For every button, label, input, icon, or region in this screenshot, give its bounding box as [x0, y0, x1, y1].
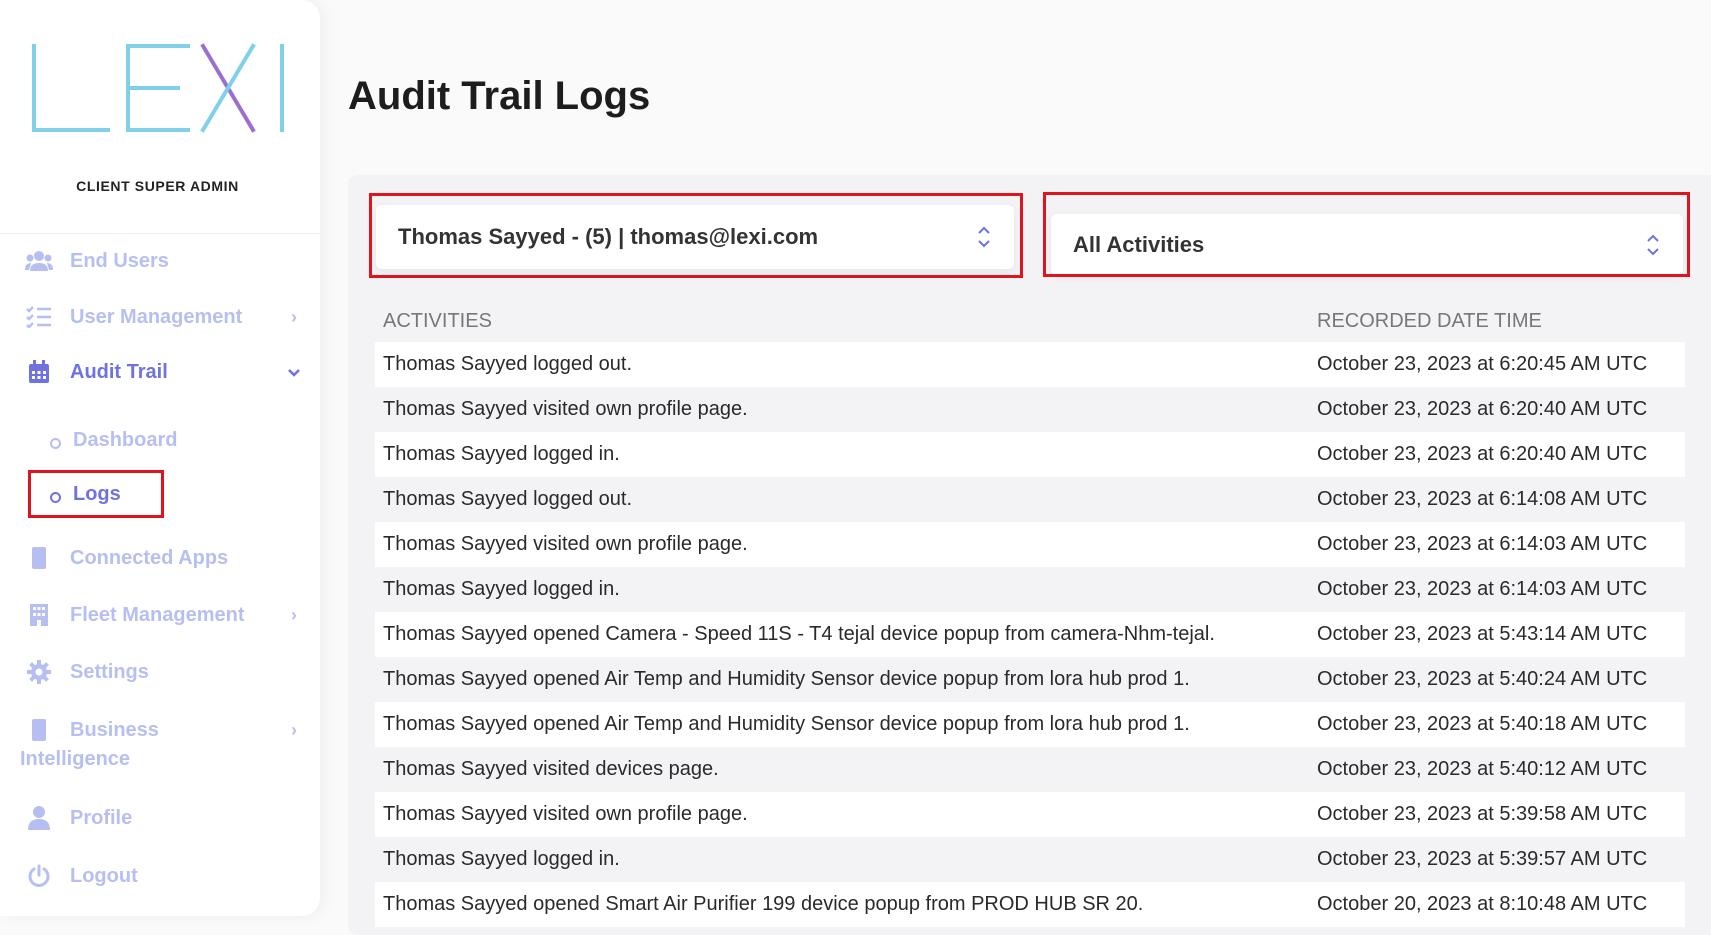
sidebar-item-end-users[interactable]: End Users — [24, 244, 304, 278]
chevron-right-icon: › — [291, 604, 297, 625]
lexi-logo — [32, 43, 284, 133]
datetime-cell: October 23, 2023 at 6:20:40 AM UTC — [1317, 443, 1648, 465]
table-body: Thomas Sayyed logged out. October 23, 202… — [375, 342, 1685, 927]
sidebar-item-profile[interactable]: Profile — [24, 801, 304, 835]
sidebar-subitem-label: Dashboard — [73, 428, 178, 451]
table-row: Thomas Sayyed opened Air Temp and Humidi… — [375, 702, 1685, 747]
activity-cell: Thomas Sayyed visited own profile page. — [383, 803, 748, 825]
page-title: Audit Trail Logs — [348, 74, 651, 118]
sidebar-item-label: Audit Trail — [70, 360, 168, 383]
table-row: Thomas Sayyed visited devices page. Octob… — [375, 747, 1685, 792]
datetime-cell: October 23, 2023 at 5:40:24 AM UTC — [1317, 668, 1648, 690]
sidebar: CLIENT SUPER ADMIN End Users User Manage… — [0, 0, 320, 916]
highlight-box-logs — [28, 470, 164, 518]
datetime-cell: October 23, 2023 at 6:14:03 AM UTC — [1317, 533, 1648, 555]
table-row: Thomas Sayyed opened Camera - Speed 11S … — [375, 612, 1685, 657]
sidebar-item-business-intelligence[interactable]: Business › — [24, 713, 304, 747]
mobile-icon — [24, 717, 54, 743]
table-row: Thomas Sayyed logged in. October 23, 2023… — [375, 837, 1685, 882]
sidebar-divider — [0, 233, 320, 234]
sidebar-subitem-dashboard[interactable]: Dashboard — [50, 425, 177, 455]
sidebar-item-label: Logout — [70, 864, 138, 887]
chevron-down-icon — [284, 362, 304, 383]
datetime-cell: October 23, 2023 at 5:40:18 AM UTC — [1317, 713, 1648, 735]
sidebar-item-label: Settings — [70, 660, 149, 683]
sidebar-item-fleet-management[interactable]: Fleet Management › — [24, 598, 304, 632]
sidebar-item-label: Business — [70, 718, 159, 741]
datetime-cell: October 20, 2023 at 8:10:48 AM UTC — [1317, 893, 1648, 915]
sidebar-item-user-management[interactable]: User Management › — [24, 300, 304, 334]
activity-cell: Thomas Sayyed opened Smart Air Purifier … — [383, 893, 1144, 915]
highlight-box-user-select — [369, 193, 1023, 278]
activity-cell: Thomas Sayyed logged in. — [383, 848, 620, 870]
column-header-recorded-date-time: RECORDED DATE TIME — [1317, 309, 1542, 332]
activity-cell: Thomas Sayyed opened Air Temp and Humidi… — [383, 713, 1190, 735]
chevron-right-icon: › — [291, 306, 297, 327]
sidebar-item-connected-apps[interactable]: Connected Apps — [24, 541, 304, 575]
table-row: Thomas Sayyed opened Smart Air Purifier … — [375, 882, 1685, 927]
table-row: Thomas Sayyed logged in. October 23, 2023… — [375, 567, 1685, 612]
gear-icon — [24, 659, 54, 685]
activity-cell: Thomas Sayyed visited own profile page. — [383, 398, 748, 420]
calendar-icon — [24, 359, 54, 385]
datetime-cell: October 23, 2023 at 6:20:40 AM UTC — [1317, 398, 1648, 420]
datetime-cell: October 23, 2023 at 6:14:08 AM UTC — [1317, 488, 1648, 510]
audit-log-table: ACTIVITIES RECORDED DATE TIME Thomas Say… — [375, 300, 1685, 927]
table-row: Thomas Sayyed opened Air Temp and Humidi… — [375, 657, 1685, 702]
sidebar-item-label: Profile — [70, 806, 133, 829]
datetime-cell: October 23, 2023 at 5:39:58 AM UTC — [1317, 803, 1648, 825]
table-row: Thomas Sayyed visited own profile page. O… — [375, 522, 1685, 567]
user-icon — [24, 805, 54, 831]
table-header: ACTIVITIES RECORDED DATE TIME — [375, 300, 1685, 342]
table-row: Thomas Sayyed logged out. October 23, 202… — [375, 342, 1685, 387]
mobile-icon — [24, 545, 54, 571]
table-row: Thomas Sayyed logged out. October 23, 202… — [375, 477, 1685, 522]
activity-cell: Thomas Sayyed opened Camera - Speed 11S … — [383, 623, 1215, 645]
users-icon — [24, 248, 54, 274]
activity-cell: Thomas Sayyed opened Air Temp and Humidi… — [383, 668, 1190, 690]
table-row: Thomas Sayyed visited own profile page. O… — [375, 792, 1685, 837]
sidebar-item-label: End Users — [70, 249, 169, 272]
sidebar-item-audit-trail[interactable]: Audit Trail — [24, 355, 304, 389]
sidebar-item-label: Fleet Management — [70, 603, 245, 626]
datetime-cell: October 23, 2023 at 5:43:14 AM UTC — [1317, 623, 1648, 645]
datetime-cell: October 23, 2023 at 6:14:03 AM UTC — [1317, 578, 1648, 600]
datetime-cell: October 23, 2023 at 6:20:45 AM UTC — [1317, 353, 1648, 375]
activity-cell: Thomas Sayyed logged out. — [383, 488, 633, 510]
activity-cell: Thomas Sayyed visited devices page. — [383, 758, 719, 780]
sidebar-item-label: Connected Apps — [70, 546, 229, 569]
column-header-activities: ACTIVITIES — [383, 309, 492, 332]
circle-icon — [50, 437, 61, 449]
table-row: Thomas Sayyed logged in. October 23, 2023… — [375, 432, 1685, 477]
activity-cell: Thomas Sayyed logged in. — [383, 578, 620, 600]
list-check-icon — [24, 304, 54, 330]
sidebar-item-settings[interactable]: Settings — [24, 655, 304, 689]
highlight-box-activity-select — [1043, 192, 1690, 277]
role-label: CLIENT SUPER ADMIN — [76, 178, 239, 194]
datetime-cell: October 23, 2023 at 5:39:57 AM UTC — [1317, 848, 1648, 870]
activity-cell: Thomas Sayyed logged in. — [383, 443, 620, 465]
sidebar-item-logout[interactable]: Logout — [24, 859, 304, 893]
datetime-cell: October 23, 2023 at 5:40:12 AM UTC — [1317, 758, 1648, 780]
sidebar-item-label: User Management — [70, 305, 243, 328]
activity-cell: Thomas Sayyed visited own profile page. — [383, 533, 748, 555]
power-icon — [24, 863, 54, 889]
building-icon — [24, 602, 54, 628]
table-row: Thomas Sayyed visited own profile page. O… — [375, 387, 1685, 432]
sidebar-item-label-line2: Intelligence — [20, 748, 131, 770]
chevron-right-icon: › — [291, 719, 297, 740]
activity-cell: Thomas Sayyed logged out. — [383, 353, 633, 375]
